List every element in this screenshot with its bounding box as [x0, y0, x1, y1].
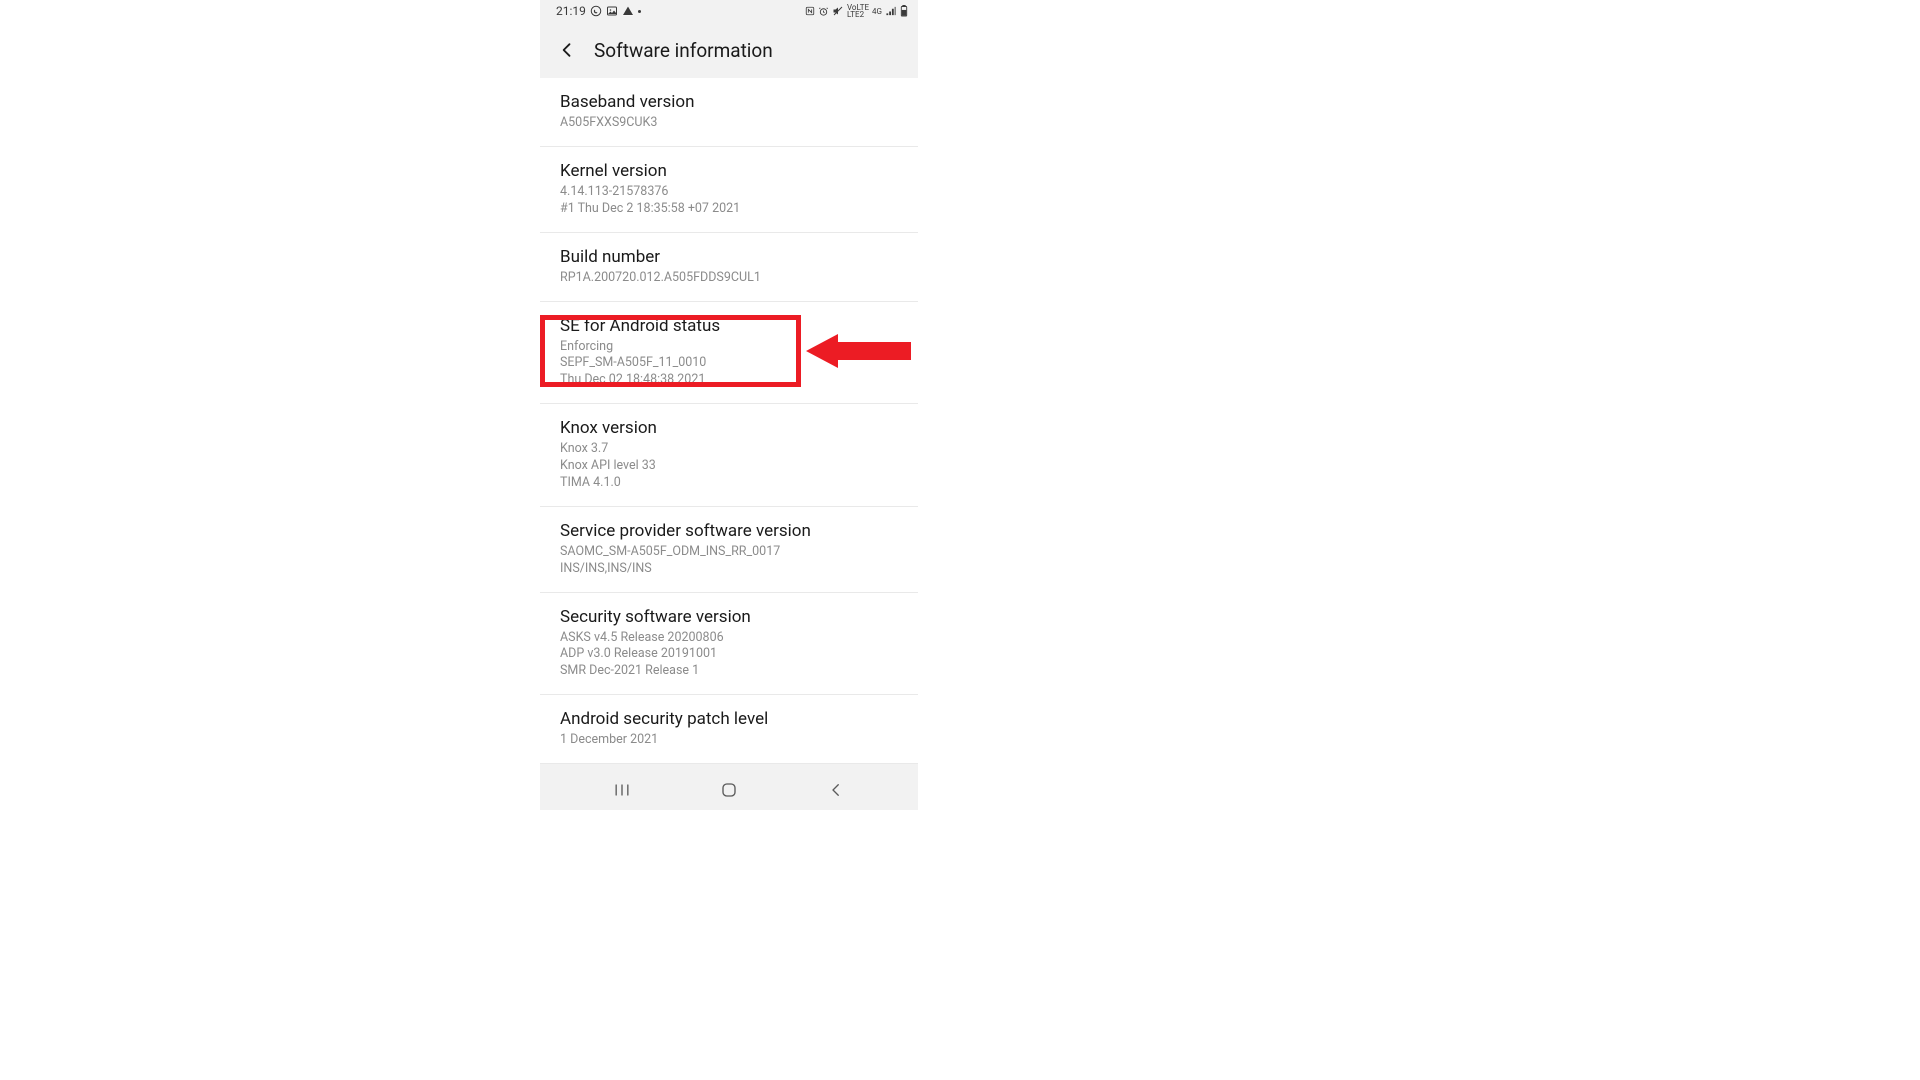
more-dot-icon [638, 10, 641, 13]
row-value: 4.14.113-21578376 #1 Thu Dec 2 18:35:58 … [560, 184, 898, 218]
page-title: Software information [594, 39, 773, 62]
row-knox-version[interactable]: Knox version Knox 3.7 Knox API level 33 … [540, 404, 918, 507]
status-time: 21:19 [556, 4, 586, 18]
row-value: Knox 3.7 Knox API level 33 TIMA 4.1.0 [560, 441, 898, 492]
nav-recents-button[interactable] [600, 775, 644, 805]
row-label: Baseband version [560, 92, 898, 112]
row-label: Kernel version [560, 161, 898, 181]
chevron-left-icon [557, 40, 577, 60]
row-baseband-version[interactable]: Baseband version A505FXXS9CUK3 [540, 78, 918, 147]
nfc-icon [805, 6, 815, 16]
nav-back-button[interactable] [814, 775, 858, 805]
alarm-icon [818, 6, 829, 17]
recents-icon [612, 782, 632, 798]
warning-icon [622, 5, 634, 17]
row-value: A505FXXS9CUK3 [560, 115, 898, 132]
row-label: Knox version [560, 418, 898, 438]
row-service-provider-software-version[interactable]: Service provider software version SAOMC_… [540, 507, 918, 593]
mute-icon [832, 5, 844, 17]
navigation-bar [540, 770, 918, 810]
volte-icon: VoLTELTE2 [847, 4, 869, 18]
signal-icon [885, 6, 897, 17]
row-value: SAOMC_SM-A505F_ODM_INS_RR_0017 INS/INS,I… [560, 544, 898, 578]
row-value: 1 December 2021 [560, 732, 898, 749]
info-list: Baseband version A505FXXS9CUK3 Kernel ve… [540, 78, 918, 764]
network-icon: 4G [872, 8, 882, 15]
row-label: Build number [560, 247, 898, 267]
home-icon [720, 781, 738, 799]
row-label: SE for Android status [560, 316, 898, 336]
app-header: Software information [540, 22, 918, 78]
image-icon [606, 5, 618, 17]
chevron-left-icon [827, 781, 845, 799]
row-label: Android security patch level [560, 709, 898, 729]
row-value: RP1A.200720.012.A505FDDS9CUL1 [560, 270, 898, 287]
status-bar: 21:19 VoLTELTE2 4G [540, 0, 918, 22]
row-se-for-android-status[interactable]: SE for Android status Enforcing SEPF_SM-… [540, 302, 918, 405]
row-build-number[interactable]: Build number RP1A.200720.012.A505FDDS9CU… [540, 233, 918, 302]
row-value: Enforcing SEPF_SM-A505F_11_0010 Thu Dec … [560, 339, 898, 390]
row-label: Service provider software version [560, 521, 898, 541]
back-button[interactable] [552, 35, 582, 65]
whatsapp-icon [590, 5, 602, 17]
row-kernel-version[interactable]: Kernel version 4.14.113-21578376 #1 Thu … [540, 147, 918, 233]
nav-home-button[interactable] [707, 775, 751, 805]
row-android-security-patch-level[interactable]: Android security patch level 1 December … [540, 695, 918, 764]
row-label: Security software version [560, 607, 898, 627]
row-security-software-version[interactable]: Security software version ASKS v4.5 Rele… [540, 593, 918, 696]
phone-frame: 21:19 VoLTELTE2 4G [540, 0, 918, 810]
row-value: ASKS v4.5 Release 20200806 ADP v3.0 Rele… [560, 630, 898, 681]
battery-icon [900, 5, 908, 17]
